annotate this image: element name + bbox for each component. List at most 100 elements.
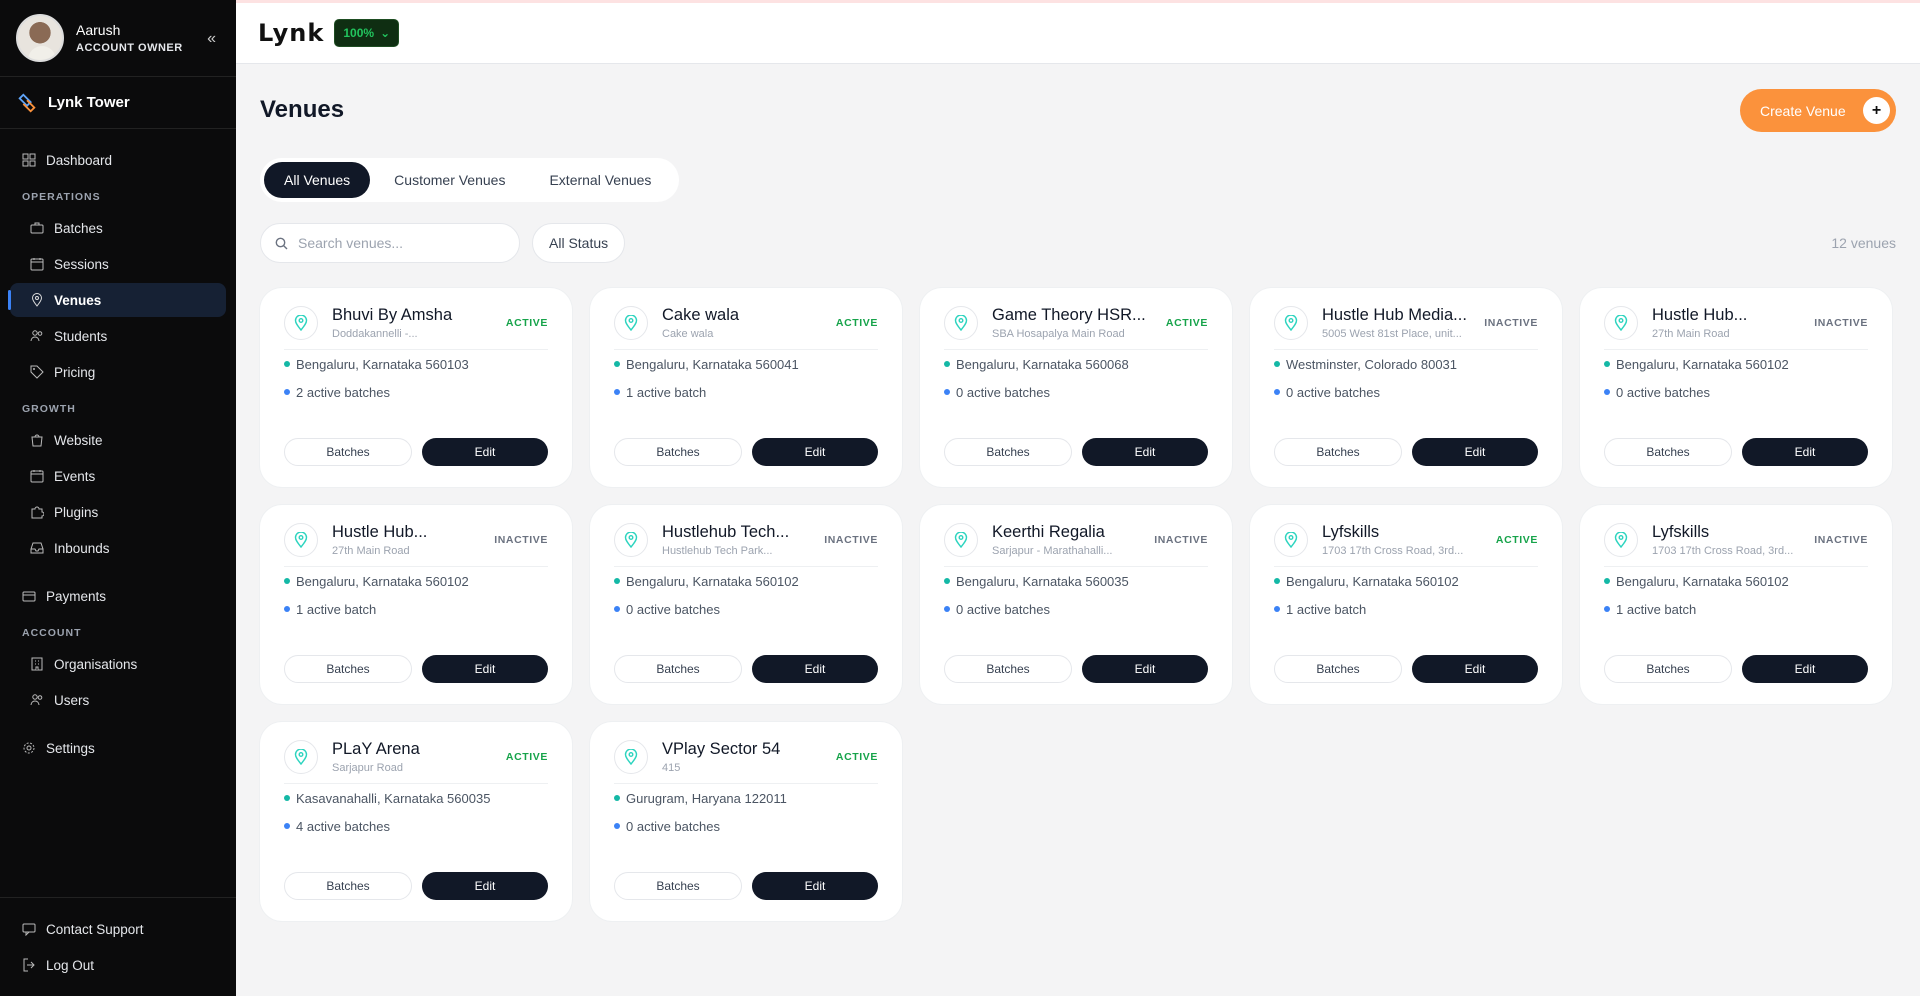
sidebar-item-pricing[interactable]: Pricing [10,355,226,389]
sidebar-item-organisations[interactable]: Organisations [10,647,226,681]
venue-batch-count: 0 active batches [1604,378,1868,406]
collapse-sidebar-icon[interactable]: « [207,30,216,48]
batches-button[interactable]: Batches [614,438,742,466]
sidebar-item-students[interactable]: Students [10,319,226,353]
edit-button[interactable]: Edit [1082,655,1208,683]
sidebar-item-label: Venues [54,292,102,308]
map-pin-icon [1274,522,1308,557]
chevron-down-icon: ⌄ [380,26,391,40]
batches-button[interactable]: Batches [1274,655,1402,683]
edit-button[interactable]: Edit [1412,438,1538,466]
user-profile[interactable]: Aarush ACCOUNT OWNER « [0,0,236,77]
edit-button[interactable]: Edit [752,872,878,900]
venue-name: PLaY Arena [332,739,420,758]
batches-button[interactable]: Batches [944,438,1072,466]
edit-button[interactable]: Edit [752,438,878,466]
gear-icon [23,742,35,754]
edit-button[interactable]: Edit [422,655,548,683]
edit-button[interactable]: Edit [1742,655,1868,683]
map-pin-icon [614,522,648,557]
batches-button[interactable]: Batches [614,872,742,900]
nav-section-account: ACCOUNT [22,627,82,639]
batches-button[interactable]: Batches [284,438,412,466]
status-badge: INACTIVE [1484,316,1538,329]
venue-card: Game Theory HSR... SBA Hosapalya Main Ro… [920,288,1232,487]
sidebar-item-events[interactable]: Events [10,459,226,493]
log-out-link[interactable]: Log Out [10,948,226,982]
batches-button[interactable]: Batches [284,655,412,683]
tab-customer-venues[interactable]: Customer Venues [374,162,525,198]
venue-tabs: All Venues Customer Venues External Venu… [260,158,680,202]
map-pin-icon [614,305,648,340]
batches-button[interactable]: Batches [284,872,412,900]
sidebar-item-label: Organisations [54,656,138,672]
status-badge: ACTIVE [505,316,548,329]
zoom-dropdown[interactable]: 100% ⌄ [334,19,400,47]
tab-external-venues[interactable]: External Venues [529,162,671,198]
edit-button[interactable]: Edit [422,438,548,466]
search-box[interactable] [260,223,520,263]
batches-button[interactable]: Batches [1274,438,1402,466]
venue-card: Hustle Hub... 27th Main Road INACTIVE Be… [1580,288,1892,487]
sidebar: Aarush ACCOUNT OWNER « Lynk Tower Dashbo… [0,0,236,996]
sidebar-item-venues[interactable]: Venues [8,283,226,317]
batches-button[interactable]: Batches [614,655,742,683]
create-venue-label: Create Venue [1760,102,1846,119]
lynk-logo-icon [18,92,36,113]
top-bar: Lynk 100% ⌄ [236,0,1920,64]
venue-batch-count: 0 active batches [614,812,878,840]
map-pin-icon [944,305,978,340]
edit-button[interactable]: Edit [1412,655,1538,683]
venue-name: VPlay Sector 54 [662,739,781,758]
venue-name: Hustle Hub... [1652,305,1748,324]
sidebar-item-inbounds[interactable]: Inbounds [10,531,226,565]
venue-name: Lyfskills [1322,522,1380,541]
venue-name: Lyfskills [1652,522,1710,541]
sidebar-item-users[interactable]: Users [10,683,226,717]
sidebar-item-batches[interactable]: Batches [10,211,226,245]
sidebar-item-label: Website [54,432,103,448]
status-badge: INACTIVE [1814,533,1868,546]
sidebar-footer: Contact Support Log Out [0,897,236,996]
organisation-switcher[interactable]: Lynk Tower [0,77,236,129]
edit-button[interactable]: Edit [752,655,878,683]
venue-batch-count: 1 active batch [1274,595,1538,623]
sidebar-item-settings[interactable]: Settings [10,731,226,765]
contact-support-link[interactable]: Contact Support [10,912,226,946]
venue-address: Hustlehub Tech Park... [662,544,773,557]
sidebar-item-label: Settings [46,740,95,756]
create-venue-button[interactable]: Create Venue + [1740,89,1896,132]
sidebar-item-label: Users [54,692,90,708]
sidebar-item-label: Payments [46,588,107,604]
venue-name: Hustle Hub... [332,522,428,541]
map-pin-icon [614,739,648,774]
venue-location: Bengaluru, Karnataka 560102 [1604,567,1868,595]
tab-all-venues[interactable]: All Venues [264,162,371,198]
sidebar-item-plugins[interactable]: Plugins [10,495,226,529]
nav-section-operations: OPERATIONS [22,191,101,203]
edit-button[interactable]: Edit [1742,438,1868,466]
status-filter[interactable]: All Status [532,223,626,263]
search-input[interactable] [298,235,498,251]
batches-button[interactable]: Batches [1604,438,1732,466]
edit-button[interactable]: Edit [1082,438,1208,466]
batches-button[interactable]: Batches [1604,655,1732,683]
venue-location: Bengaluru, Karnataka 560102 [284,567,548,595]
venue-batch-count: 1 active batch [614,378,878,406]
batches-button[interactable]: Batches [944,655,1072,683]
venue-address: Sarjapur Road [332,761,403,774]
shopping-bag-icon [31,434,43,447]
sidebar-item-label: Contact Support [46,921,144,937]
sidebar-item-label: Pricing [54,364,96,380]
edit-button[interactable]: Edit [422,872,548,900]
sidebar-item-dashboard[interactable]: Dashboard [10,143,226,177]
venue-batch-count: 0 active batches [944,378,1208,406]
sidebar-item-website[interactable]: Website [10,423,226,457]
venue-address: 415 [662,761,681,774]
venue-card: VPlay Sector 54 415 ACTIVE Gurugram, Har… [590,722,902,921]
sidebar-item-sessions[interactable]: Sessions [10,247,226,281]
sidebar-item-label: Dashboard [46,152,113,168]
status-badge: ACTIVE [835,316,878,329]
venue-address: Doddakannelli -... [332,327,418,340]
sidebar-item-payments[interactable]: Payments [10,579,226,613]
